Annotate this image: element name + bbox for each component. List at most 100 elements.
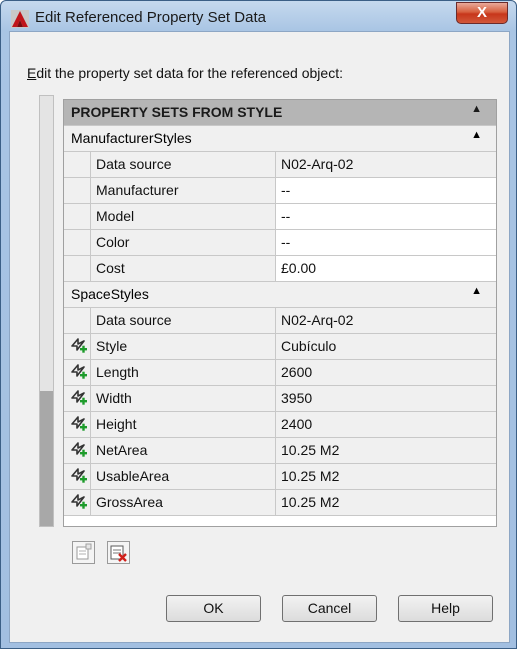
property-row[interactable]: Color -- [64,230,496,256]
property-value: -- [281,234,291,250]
property-name-cell: Color [90,230,276,255]
property-name-cell: Width [90,386,276,411]
formula-icon [71,390,87,405]
property-value-field[interactable]: -- [276,204,496,229]
header-property-sets-from-style[interactable]: PROPERTY SETS FROM STYLE ▲ [64,100,496,126]
property-name-cell: Height [90,412,276,437]
property-row[interactable]: UsableArea 10.25 M2 [64,464,496,490]
property-name-cell: Model [90,204,276,229]
property-value: N02-Arq-02 [281,156,354,172]
property-name-cell: GrossArea [90,490,276,515]
property-row[interactable]: Style Cubículo [64,334,496,360]
property-value-cell: N02-Arq-02 [276,152,496,177]
property-value: 2600 [281,364,313,380]
remove-property-set-icon [110,545,127,562]
property-row[interactable]: Cost £0.00 [64,256,496,282]
collapse-arrow-icon[interactable]: ▲ [471,129,482,141]
property-value-cell: Cubículo [276,334,496,359]
row-gutter [64,386,90,411]
property-value: £0.00 [281,260,317,276]
formula-icon [71,494,87,509]
property-value: 3950 [281,390,313,406]
property-name: Style [96,338,128,354]
row-gutter [64,308,90,333]
autocad-app-icon [11,10,29,28]
title-bar[interactable]: Edit Referenced Property Set Data X [1,1,516,35]
row-gutter [64,360,90,385]
instruction-mnemonic: E [27,65,37,81]
close-icon: X [476,4,487,21]
formula-icon [71,416,87,431]
property-row[interactable]: Length 2600 [64,360,496,386]
cancel-button[interactable]: Cancel [282,595,377,622]
collapse-arrow-icon[interactable]: ▲ [471,285,482,297]
property-name: Model [96,208,135,224]
property-name-cell: Data source [90,152,276,177]
collapse-arrow-icon[interactable]: ▲ [471,103,482,115]
property-value: N02-Arq-02 [281,312,354,328]
help-button[interactable]: Help [398,595,493,622]
row-gutter [64,438,90,463]
instruction-label: Edit the property set data for the refer… [27,65,343,81]
property-name: Data source [96,156,172,172]
property-value-field[interactable]: £0.00 [276,256,496,281]
property-value-cell: 10.25 M2 [276,490,496,515]
property-name: GrossArea [96,494,163,510]
remove-property-set-button[interactable] [107,541,130,564]
property-row[interactable]: GrossArea 10.25 M2 [64,490,496,516]
formula-icon [71,338,87,353]
property-value-field[interactable]: -- [276,178,496,203]
property-name-cell: NetArea [90,438,276,463]
close-button[interactable]: X [456,2,508,24]
property-value: 2400 [281,416,313,432]
property-row[interactable]: Height 2400 [64,412,496,438]
window-title: Edit Referenced Property Set Data [35,9,266,26]
property-row[interactable]: NetArea 10.25 M2 [64,438,496,464]
property-name: Manufacturer [96,182,179,198]
property-name: Color [96,234,130,250]
property-row[interactable]: Data source N02-Arq-02 [64,308,496,334]
property-row[interactable]: Width 3950 [64,386,496,412]
property-value-cell: 10.25 M2 [276,438,496,463]
property-value-field[interactable]: -- [276,230,496,255]
property-name: UsableArea [96,468,170,484]
property-value: 10.25 M2 [281,494,340,510]
row-gutter [64,412,90,437]
property-name-cell: Style [90,334,276,359]
property-row[interactable]: Manufacturer -- [64,178,496,204]
property-name: NetArea [96,442,148,458]
property-value: -- [281,208,291,224]
row-gutter [64,152,90,177]
property-value: Cubículo [281,338,337,354]
instruction-text: dit the property set data for the refere… [36,65,343,81]
formula-icon [71,442,87,457]
property-row[interactable]: Model -- [64,204,496,230]
property-name-cell: Data source [90,308,276,333]
formula-icon [71,364,87,379]
property-name-cell: UsableArea [90,464,276,489]
property-name: Height [96,416,137,432]
property-name: Cost [96,260,125,276]
grid-left-scroll-strip[interactable] [39,95,54,527]
group-label: SpaceStyles [71,286,149,302]
property-value: 10.25 M2 [281,442,340,458]
property-value-cell: 2600 [276,360,496,385]
add-property-set-icon [76,543,92,560]
property-name: Data source [96,312,172,328]
row-gutter [64,178,90,203]
property-value-cell: N02-Arq-02 [276,308,496,333]
row-gutter [64,230,90,255]
property-name-cell: Length [90,360,276,385]
property-name-cell: Cost [90,256,276,281]
row-gutter [64,334,90,359]
property-row[interactable]: Data source N02-Arq-02 [64,152,496,178]
header-label: PROPERTY SETS FROM STYLE [71,104,283,120]
group-manufacturerstyles[interactable]: ManufacturerStyles ▲ [64,126,496,152]
group-spacestyles[interactable]: SpaceStyles ▲ [64,282,496,308]
ok-button[interactable]: OK [166,595,261,622]
property-value: -- [281,182,291,198]
row-gutter [64,464,90,489]
add-property-set-button[interactable] [72,541,95,564]
strip-thumb[interactable] [40,391,53,526]
property-value: 10.25 M2 [281,468,340,484]
